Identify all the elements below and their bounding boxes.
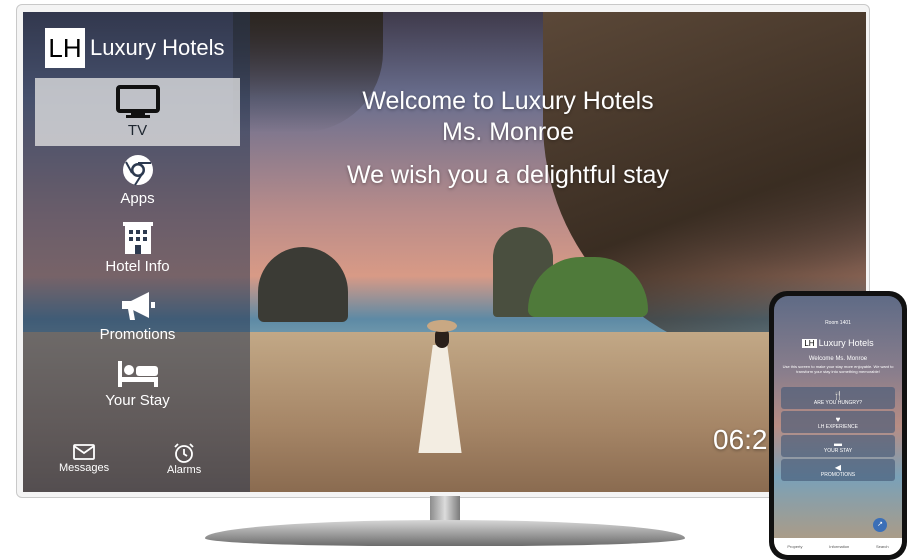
- messages-button[interactable]: Messages: [59, 442, 109, 474]
- sidebar-item-label: Apps: [120, 190, 155, 207]
- link-icon: ↗: [877, 521, 883, 528]
- heart-icon: ♥: [835, 414, 841, 424]
- phone-action-button[interactable]: ↗: [873, 518, 887, 532]
- sidebar-item-tv[interactable]: TV: [35, 78, 240, 146]
- sidebar-item-label: Promotions: [99, 326, 176, 343]
- sidebar-item-your-stay[interactable]: Your Stay: [35, 350, 240, 418]
- messages-label: Messages: [59, 462, 110, 474]
- alarm-clock-icon: [174, 443, 194, 463]
- phone-logo-mark: LH: [802, 338, 817, 348]
- alarms-label: Alarms: [167, 464, 202, 476]
- building-icon: [122, 222, 153, 254]
- phone-button-your-stay[interactable]: ▬ YOUR STAY: [781, 435, 895, 457]
- sidebar-item-promotions[interactable]: Promotions: [35, 282, 240, 350]
- megaphone-icon: ◀: [834, 462, 842, 472]
- phone-button-label: LH EXPERIENCE: [817, 423, 858, 430]
- phone-welcome: Welcome Ms. Monroe: [808, 356, 868, 362]
- phone-logo: LH Luxury Hotels: [774, 338, 902, 348]
- phone-menu: 🍴 ARE YOU HUNGRY? ♥ LH EXPERIENCE ▬ YOUR…: [781, 387, 895, 483]
- megaphone-icon: [121, 292, 155, 320]
- alarms-button[interactable]: Alarms: [167, 442, 201, 476]
- tv-icon: [115, 85, 160, 118]
- clock: 06:2: [713, 424, 768, 455]
- tv-screen: LH Luxury Hotels TV Apps Hotel Info Prom…: [23, 12, 866, 492]
- phone-button-label: ARE YOU HUNGRY?: [813, 399, 863, 406]
- phone-button-label: PROMOTIONS: [820, 471, 856, 478]
- logo: LH Luxury Hotels: [45, 28, 225, 68]
- sidebar-item-label: Hotel Info: [105, 258, 170, 275]
- sidebar: LH Luxury Hotels TV Apps Hotel Info Prom…: [23, 12, 250, 492]
- sidebar-item-label: Your Stay: [105, 392, 170, 409]
- fork-knife-icon: 🍴: [833, 390, 843, 400]
- phone-device: Room 1401 LH Luxury Hotels Welcome Ms. M…: [769, 291, 907, 560]
- phone-bottom-nav: Property Information Search: [774, 538, 902, 555]
- background-woman-hat: [427, 320, 457, 332]
- welcome-line: Welcome to Luxury Hotels: [362, 87, 654, 115]
- phone-button-hungry[interactable]: 🍴 ARE YOU HUNGRY?: [781, 387, 895, 409]
- phone-room-selector[interactable]: Room 1401: [774, 320, 902, 326]
- sidebar-item-apps[interactable]: Apps: [35, 146, 240, 214]
- phone-button-label: YOUR STAY: [823, 447, 853, 454]
- sidebar-item-label: TV: [127, 122, 148, 139]
- sidebar-item-hotel-info[interactable]: Hotel Info: [35, 214, 240, 282]
- tv-stand-base: [205, 520, 685, 546]
- phone-screen: Room 1401 LH Luxury Hotels Welcome Ms. M…: [774, 296, 902, 555]
- chrome-icon: [122, 155, 153, 186]
- logo-name: Luxury Hotels: [90, 35, 225, 60]
- phone-nav-search[interactable]: Search: [876, 544, 889, 549]
- phone-subtext: Use this screen to make your stay more e…: [782, 364, 894, 374]
- phone-logo-name: Luxury Hotels: [818, 338, 874, 348]
- phone-nav-information[interactable]: Information: [829, 544, 849, 549]
- envelope-icon: [73, 444, 95, 460]
- logo-mark: LH: [45, 28, 85, 68]
- welcome-tagline: We wish you a delightful stay: [347, 161, 669, 189]
- phone-nav-property[interactable]: Property: [787, 544, 802, 549]
- phone-button-promotions[interactable]: ◀ PROMOTIONS: [781, 459, 895, 481]
- guest-name: Ms. Monroe: [442, 118, 574, 146]
- bed-icon: ▬: [834, 438, 842, 448]
- sidebar-menu: TV Apps Hotel Info Promotions Your Stay: [35, 78, 240, 418]
- bed-icon: [117, 361, 158, 387]
- welcome-message: Welcome to Luxury Hotels Ms. Monroe We w…: [273, 86, 743, 191]
- background-sea-rock: [258, 247, 348, 322]
- phone-button-experience[interactable]: ♥ LH EXPERIENCE: [781, 411, 895, 433]
